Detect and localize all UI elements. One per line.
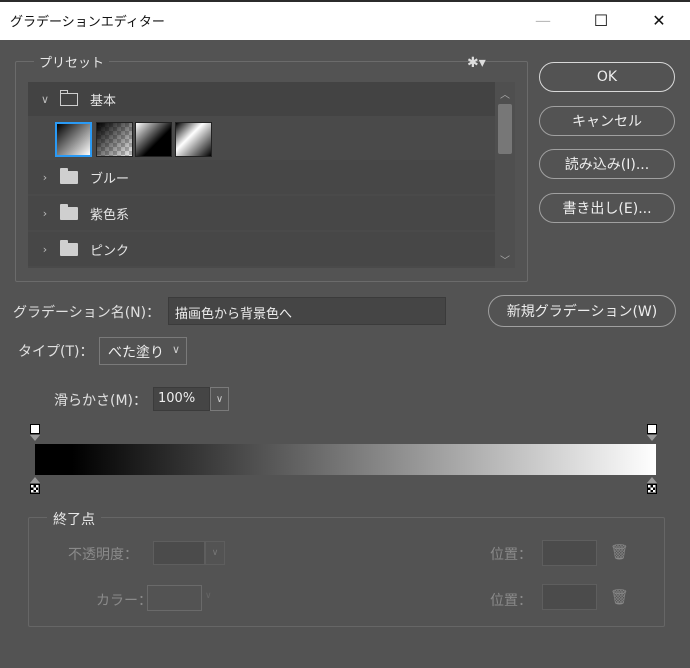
chevron-right-icon[interactable]: › [34,171,56,184]
folder-icon [60,203,78,220]
color-location-label: 位置： [490,593,532,609]
smoothness-dropdown[interactable]: ∨ [210,387,229,411]
folder-open-icon [59,89,78,106]
opacity-input[interactable] [153,541,205,565]
window-title: グラデーションエディター [10,15,165,30]
gradient-name-input[interactable]: 描画色から背景色へ [168,297,446,325]
new-gradient-button[interactable]: 新規グラデーション(W) [488,295,676,327]
minimize-button[interactable]: — [514,2,572,38]
opacity-stop-left-pointer[interactable] [30,435,40,441]
scroll-up-icon[interactable]: ︿ [500,86,510,101]
opacity-location-label: 位置： [490,547,532,563]
folder-icon [60,239,78,256]
gradient-bar[interactable] [35,444,656,475]
export-button[interactable]: 書き出し(E)... [539,193,675,223]
folder-name: 基本 [90,93,117,109]
load-button[interactable]: 読み込み(I)... [539,149,675,179]
color-swatch-input[interactable] [147,585,202,611]
scroll-down-icon[interactable]: ﹀ [500,252,510,267]
folder-icon [60,167,78,184]
chevron-right-icon[interactable]: › [34,207,56,220]
maximize-button[interactable]: ☐ [572,2,630,38]
color-stop-right[interactable] [647,484,657,494]
folder-name: 紫色系 [90,207,130,223]
trash-icon[interactable]: 🗑 [610,543,629,561]
gradient-name-label: グラデーション名(N)： [13,305,161,321]
color-label: カラー： [96,593,152,609]
color-stop-right-pointer[interactable] [647,477,657,483]
type-label: タイプ(T)： [18,344,94,360]
folder-name: ピンク [90,243,130,259]
scroll-thumb[interactable] [498,104,512,154]
folder-row-purple[interactable]: › 紫色系 [28,196,495,230]
chevron-down-icon: ∨ [172,343,181,356]
opacity-stop-right[interactable] [647,424,657,434]
color-location-input[interactable] [542,584,597,610]
opacity-label: 不透明度： [68,547,138,563]
gradient-swatch-fg-transparent[interactable] [96,122,133,157]
gradient-swatch-white-black[interactable] [175,122,212,157]
stops-group [28,517,665,627]
trash-icon[interactable]: 🗑 [610,588,629,606]
chevron-right-icon[interactable]: › [34,243,56,256]
folder-row-basic[interactable]: ∨ 基本 [28,82,495,116]
ok-button[interactable]: OK [539,62,675,92]
folder-row-pink[interactable]: › ピンク [28,232,495,266]
folder-row-blue[interactable]: › ブルー [28,160,495,194]
gradient-swatch-fg-bg[interactable] [55,122,92,157]
color-stop-left-pointer[interactable] [30,477,40,483]
color-stop-left[interactable] [30,484,40,494]
opacity-stop-left[interactable] [30,424,40,434]
cancel-button[interactable]: キャンセル [539,106,675,136]
chevron-down-icon[interactable]: ∨ [205,591,212,601]
folder-name: ブルー [90,171,130,187]
smoothness-label: 滑らかさ(M)： [54,393,148,409]
stops-label: 終了点 [47,509,101,529]
close-button[interactable]: ✕ [630,2,688,38]
chevron-down-icon[interactable]: ∨ [34,93,56,106]
presets-label: プリセット [34,52,110,71]
smoothness-input[interactable]: 100% [153,387,210,411]
opacity-dropdown[interactable]: ∨ [205,541,225,565]
gear-icon[interactable]: ✱▾ [467,55,486,71]
opacity-stop-right-pointer[interactable] [647,435,657,441]
opacity-location-input[interactable] [542,540,597,566]
gradient-swatch-black-white[interactable] [135,122,172,157]
